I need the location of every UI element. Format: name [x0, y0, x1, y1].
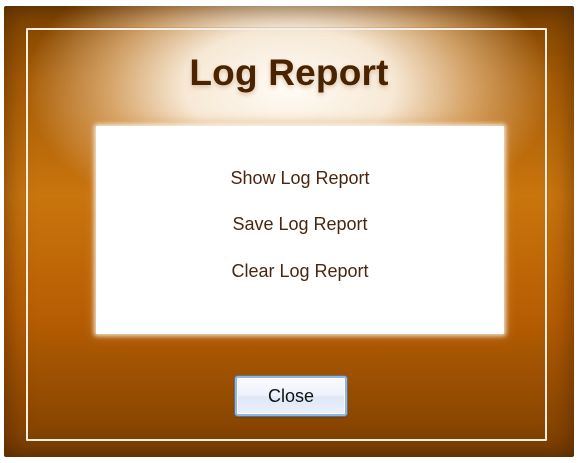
clear-log-report-link[interactable]: Clear Log Report	[96, 260, 504, 282]
log-options-panel: Show Log Report Save Log Report Clear Lo…	[96, 126, 504, 334]
save-log-report-link[interactable]: Save Log Report	[96, 213, 504, 235]
dialog-title: Log Report	[189, 52, 389, 93]
close-button[interactable]: Close	[234, 375, 348, 417]
show-log-report-link[interactable]: Show Log Report	[96, 167, 504, 189]
log-report-dialog: Log Report Show Log Report Save Log Repo…	[4, 6, 574, 457]
